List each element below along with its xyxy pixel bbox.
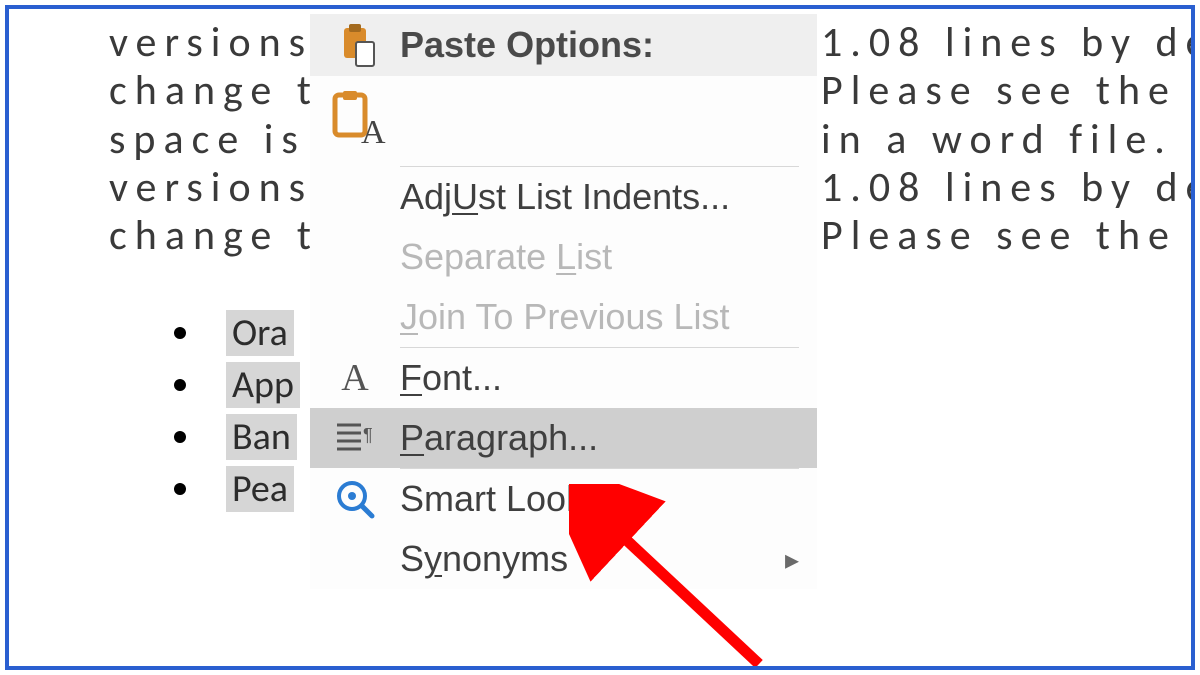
paragraph-icon: ¶ (310, 421, 400, 455)
bullet-icon (174, 483, 186, 495)
list-item[interactable]: Ora (174, 310, 300, 356)
smart-lookup-item[interactable]: Smart Lookup (310, 469, 817, 529)
list-item-text: Pea (226, 466, 294, 512)
context-menu: Paste Options: A AdjUst List Indents... (310, 14, 817, 589)
text-line: versions, (109, 164, 332, 212)
list-item[interactable]: Pea (174, 466, 300, 512)
submenu-arrow-icon: ▸ (765, 543, 799, 576)
list-item-text: Ban (226, 414, 297, 460)
menu-item-label: AdjUst List Indents... (400, 176, 799, 218)
smart-lookup-icon (310, 478, 400, 520)
menu-item-label: Smart Lookup (400, 478, 799, 520)
paste-options-header: Paste Options: (310, 14, 817, 76)
bulleted-list[interactable]: Ora App Ban Pea (174, 304, 300, 518)
list-item[interactable]: Ban (174, 414, 300, 460)
menu-item-label: Paragraph... (400, 417, 799, 459)
bullet-icon (174, 379, 186, 391)
adjust-list-indents-item[interactable]: AdjUst List Indents... (310, 167, 817, 227)
svg-text:A: A (361, 114, 386, 151)
text-line: change t (109, 67, 332, 115)
bullet-icon (174, 431, 186, 443)
list-item[interactable]: App (174, 362, 300, 408)
text-line: in a word file. In tl (821, 116, 1195, 164)
screenshot-frame: versions, change t space is versions, ch… (5, 5, 1195, 670)
document-text-left: versions, change t space is versions, ch… (109, 19, 332, 260)
text-line: Please see the step (821, 212, 1195, 260)
document-text-right: 1.08 lines by defau Please see the step … (821, 19, 1195, 260)
menu-item-label: Join To Previous List (400, 296, 799, 338)
paragraph-item[interactable]: ¶ Paragraph... (310, 408, 817, 468)
paste-options-label: Paste Options: (400, 24, 799, 66)
clipboard-text-icon: A (310, 89, 400, 153)
menu-item-label: Font... (400, 357, 799, 399)
text-line: versions, (109, 19, 332, 67)
bullet-icon (174, 327, 186, 339)
text-line: 1.08 lines by defau (821, 164, 1195, 212)
paste-keep-text-only[interactable]: A (310, 76, 817, 166)
text-line: 1.08 lines by defau (821, 19, 1195, 67)
list-item-text: Ora (226, 310, 294, 356)
synonyms-item[interactable]: Synonyms ▸ (310, 529, 817, 589)
text-line: change t (109, 212, 332, 260)
menu-item-label: Synonyms (400, 538, 765, 580)
list-item-text: App (226, 362, 300, 408)
font-icon: A (310, 356, 400, 400)
separate-list-item: Separate List (310, 227, 817, 287)
font-item[interactable]: A Font... (310, 348, 817, 408)
svg-text:¶: ¶ (363, 425, 373, 445)
text-line: Please see the step (821, 67, 1195, 115)
menu-item-label: Separate List (400, 236, 799, 278)
text-line: space is (109, 116, 332, 164)
clipboard-icon (310, 22, 400, 68)
join-to-previous-list-item: Join To Previous List (310, 287, 817, 347)
